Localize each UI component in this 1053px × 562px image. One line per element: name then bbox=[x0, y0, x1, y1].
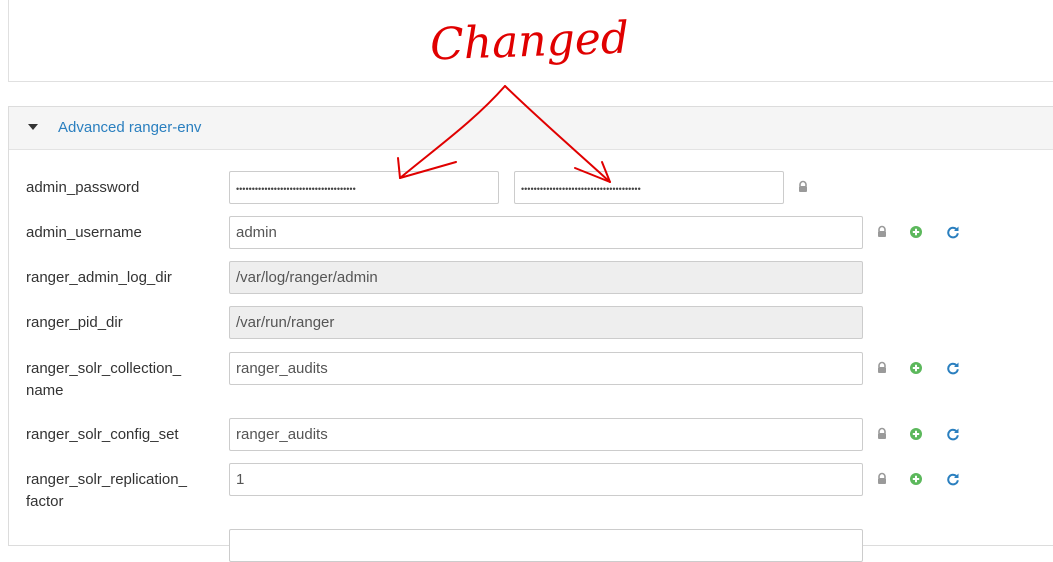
refresh-icon[interactable] bbox=[946, 225, 960, 239]
ranger-solr-config-set-input[interactable]: ranger_audits bbox=[229, 418, 863, 451]
plus-circle-icon[interactable] bbox=[909, 361, 923, 375]
ranger-solr-replication-factor-input[interactable]: 1 bbox=[229, 463, 863, 496]
next-field-input[interactable] bbox=[229, 529, 863, 562]
lock-icon[interactable] bbox=[796, 180, 810, 194]
section-header[interactable]: Advanced ranger-env bbox=[9, 107, 1053, 150]
plus-circle-icon[interactable] bbox=[909, 225, 923, 239]
lock-icon[interactable] bbox=[875, 427, 889, 441]
section-title[interactable]: Advanced ranger-env bbox=[58, 119, 201, 136]
previous-section-panel bbox=[8, 0, 1053, 82]
plus-circle-icon[interactable] bbox=[909, 472, 923, 486]
refresh-icon[interactable] bbox=[946, 472, 960, 486]
lock-icon[interactable] bbox=[875, 225, 889, 239]
admin-username-input[interactable]: admin bbox=[229, 216, 863, 249]
admin-password-input[interactable]: •••••••••••••••••••••••••••••••••••••• bbox=[229, 171, 499, 204]
plus-circle-icon[interactable] bbox=[909, 427, 923, 441]
refresh-icon[interactable] bbox=[946, 361, 960, 375]
ranger-pid-dir-label: ranger_pid_dir bbox=[26, 314, 123, 331]
ranger-solr-collection-name-input[interactable]: ranger_audits bbox=[229, 352, 863, 385]
ranger-admin-log-dir-input: /var/log/ranger/admin bbox=[229, 261, 863, 294]
ranger-solr-replication-factor-label: ranger_solr_replication_ factor bbox=[26, 471, 187, 510]
ranger-solr-config-set-label: ranger_solr_config_set bbox=[26, 426, 179, 443]
ranger-admin-log-dir-label: ranger_admin_log_dir bbox=[26, 269, 172, 286]
lock-icon[interactable] bbox=[875, 361, 889, 375]
refresh-icon[interactable] bbox=[946, 427, 960, 441]
ranger-solr-collection-name-label: ranger_solr_collection_ name bbox=[26, 360, 182, 399]
lock-icon[interactable] bbox=[875, 472, 889, 486]
ranger-pid-dir-input: /var/run/ranger bbox=[229, 306, 863, 339]
caret-down-icon[interactable] bbox=[28, 124, 38, 130]
admin-username-label: admin_username bbox=[26, 224, 142, 241]
admin-password-confirm-input[interactable]: •••••••••••••••••••••••••••••••••••••• bbox=[514, 171, 784, 204]
admin-password-label: admin_password bbox=[26, 179, 140, 196]
